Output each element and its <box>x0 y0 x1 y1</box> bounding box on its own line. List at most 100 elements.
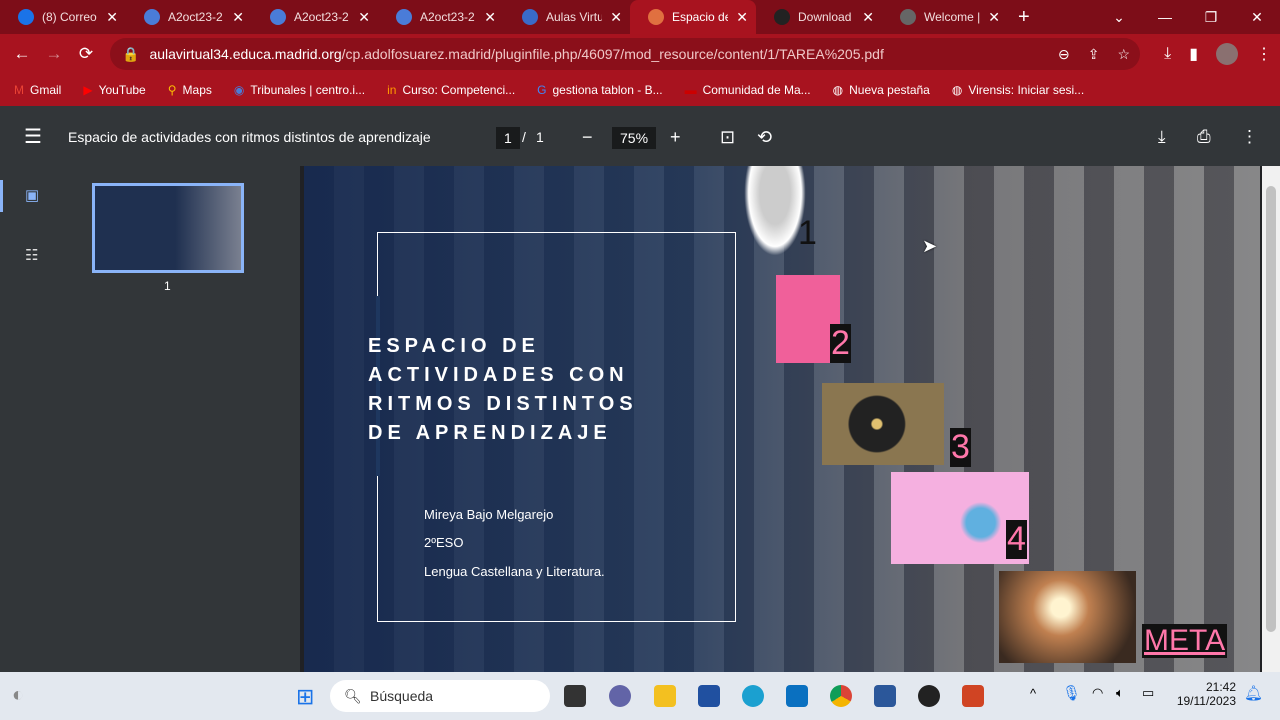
tab-label: A2oct23-2 <box>168 10 223 24</box>
page-thumbnail[interactable] <box>92 183 244 273</box>
tab[interactable]: (8) Correo ✕ <box>0 0 126 34</box>
bookmark-item[interactable]: ◉ Tribunales | centro.i... <box>234 83 365 97</box>
taskbar-search[interactable]: 🔍︎ Búsqueda <box>330 680 550 712</box>
bookmark-item[interactable]: ⚲ Maps <box>168 83 212 97</box>
word-icon[interactable] <box>874 685 896 707</box>
course: 2ºESO <box>424 535 464 550</box>
obs-icon[interactable] <box>918 685 940 707</box>
tab[interactable]: Aulas Virtu ✕ <box>504 0 630 34</box>
close-tab-icon[interactable]: ✕ <box>232 9 244 26</box>
avatar[interactable] <box>1216 43 1238 65</box>
back-button[interactable]: ← <box>6 44 38 64</box>
bookmark-item[interactable]: ▶ YouTube <box>83 83 145 97</box>
tab-label: Espacio de <box>672 10 729 24</box>
store-icon[interactable] <box>698 685 720 707</box>
step-1: 1 <box>798 214 817 252</box>
edge-icon[interactable] <box>742 685 764 707</box>
taskbar: ◐ ⊞ 🔍︎ Búsqueda ^ 🎙︎ ◠ 🔈︎ ▭ 21:42 19/11/20… <box>0 672 1280 720</box>
close-tab-icon[interactable]: ✕ <box>988 9 1000 26</box>
bookmark-label: Tribunales | centro.i... <box>250 83 366 97</box>
tab-search-icon[interactable]: ⌄ <box>1096 0 1142 34</box>
close-tab-icon[interactable]: ✕ <box>106 9 118 26</box>
bookmark-item[interactable]: in Curso: Competenci... <box>387 83 515 97</box>
page-separator: / <box>522 129 526 145</box>
tab-favicon-icon <box>774 9 790 25</box>
tray-chevron-icon[interactable]: ^ <box>1030 686 1036 701</box>
step-3: 3 <box>950 428 971 467</box>
notifications-icon[interactable]: 🔔︎ <box>1244 684 1263 702</box>
powerpoint-icon[interactable] <box>962 685 984 707</box>
bookmark-icon: ▬ <box>684 83 697 97</box>
tab[interactable]: Download ✕ <box>756 0 882 34</box>
reload-button[interactable]: ⟳ <box>70 44 102 64</box>
tab[interactable]: A2oct23-2 ✕ <box>378 0 504 34</box>
tab-favicon-icon <box>396 9 412 25</box>
close-tab-icon[interactable]: ✕ <box>610 9 622 26</box>
more-options-icon[interactable]: ⋮ <box>1241 106 1258 168</box>
tab-favicon-icon <box>648 9 664 25</box>
close-window-button[interactable]: ✕ <box>1234 0 1280 34</box>
fit-page-icon[interactable]: ⊡ <box>720 106 735 168</box>
goal-label: META <box>1142 624 1228 658</box>
team-hands-image <box>999 571 1136 663</box>
print-icon[interactable]: ⎙ <box>1197 106 1211 168</box>
sidebar-menu-icon[interactable]: ☰ <box>24 106 42 168</box>
close-tab-icon[interactable]: ✕ <box>862 9 874 26</box>
share-icon[interactable]: ⇪ <box>1088 46 1100 63</box>
tab-favicon-icon <box>900 9 916 25</box>
bookmark-star-icon[interactable]: ☆ <box>1117 46 1130 63</box>
close-tab-icon[interactable]: ✕ <box>484 9 496 26</box>
file-explorer-icon[interactable] <box>654 685 676 707</box>
tab[interactable]: A2oct23-2 ✕ <box>252 0 378 34</box>
task-view-icon[interactable] <box>564 685 586 707</box>
tab-strip: (8) Correo ✕ A2oct23-2 ✕ A2oct23-2 ✕ A2oct23-2… <box>0 0 1280 34</box>
scrollbar-thumb[interactable] <box>1266 186 1276 632</box>
mouse-cursor: ➤ <box>922 236 938 256</box>
mail-icon[interactable] <box>786 685 808 707</box>
tab[interactable]: A2oct23-2 ✕ <box>126 0 252 34</box>
chrome-icon[interactable] <box>830 685 852 707</box>
weather-icon[interactable]: ◐ <box>12 684 24 707</box>
new-tab-button[interactable]: + <box>1018 6 1030 29</box>
microphone-icon[interactable]: 🎙︎ <box>1062 684 1081 702</box>
volume-icon[interactable]: 🔈︎ <box>1116 685 1124 701</box>
download-icon[interactable]: ⤓ <box>1164 45 1171 63</box>
tab[interactable]: Espacio de ✕ <box>630 0 756 34</box>
clock[interactable]: 21:42 19/11/2023 <box>1174 680 1236 708</box>
teams-icon[interactable] <box>609 685 631 707</box>
start-icon[interactable]: ⊞ <box>296 684 314 710</box>
wifi-icon[interactable]: ◠ <box>1092 685 1103 701</box>
close-tab-icon[interactable]: ✕ <box>736 9 748 26</box>
bookmark-item[interactable]: Ggestiona tablon - B... <box>537 83 662 97</box>
thumbnails-icon[interactable]: ▣ <box>25 186 39 204</box>
bookmark-item[interactable]: ◍ Virensis: Iniciar sesi... <box>952 83 1084 97</box>
vertical-scrollbar[interactable] <box>1262 166 1280 672</box>
tab[interactable]: Welcome | ✕ <box>882 0 1008 34</box>
download-pdf-icon[interactable]: ⤓ <box>1158 106 1166 168</box>
outline-icon[interactable]: ☷ <box>25 246 38 264</box>
pdf-sidebar: ▣ ☷ 1 <box>0 166 300 672</box>
battery-icon[interactable]: ▭ <box>1142 685 1154 701</box>
restore-button[interactable]: ❐ <box>1188 0 1234 34</box>
menu-icon[interactable]: ⋮ <box>1256 44 1272 64</box>
minimize-button[interactable]: — <box>1142 0 1188 34</box>
zoom-icon[interactable]: ⊖ <box>1058 46 1070 63</box>
thumbnail-label: 1 <box>164 279 171 293</box>
active-indicator <box>0 180 3 212</box>
rotate-icon[interactable]: ⟲ <box>757 106 772 168</box>
zoom-in-button[interactable]: + <box>670 106 681 168</box>
close-tab-icon[interactable]: ✕ <box>358 9 370 26</box>
side-panel-icon[interactable]: ▮ <box>1189 44 1198 64</box>
bookmarks-bar: M Gmail ▶ YouTube ⚲ Maps ◉ Tribunales | centro.… <box>0 74 1280 106</box>
bookmark-item[interactable]: M Gmail <box>14 83 61 97</box>
lock-icon: 🔒 <box>122 45 140 62</box>
zoom-input[interactable]: 75% <box>612 127 657 149</box>
tab-label: (8) Correo <box>42 10 97 24</box>
bookmark-item[interactable]: ◍ Nueva pestaña <box>833 83 930 97</box>
page-input[interactable]: 1 <box>496 127 520 149</box>
address-bar[interactable]: 🔒 aulavirtual34.educa.madrid.org/cp.adol… <box>110 38 1140 70</box>
url-path: /cp.adolfosuarez.madrid/pluginfile.php/4… <box>341 46 884 62</box>
zoom-out-button[interactable]: − <box>582 106 593 168</box>
bookmark-item[interactable]: ▬ Comunidad de Ma... <box>685 83 811 97</box>
forward-button[interactable]: → <box>38 44 70 64</box>
